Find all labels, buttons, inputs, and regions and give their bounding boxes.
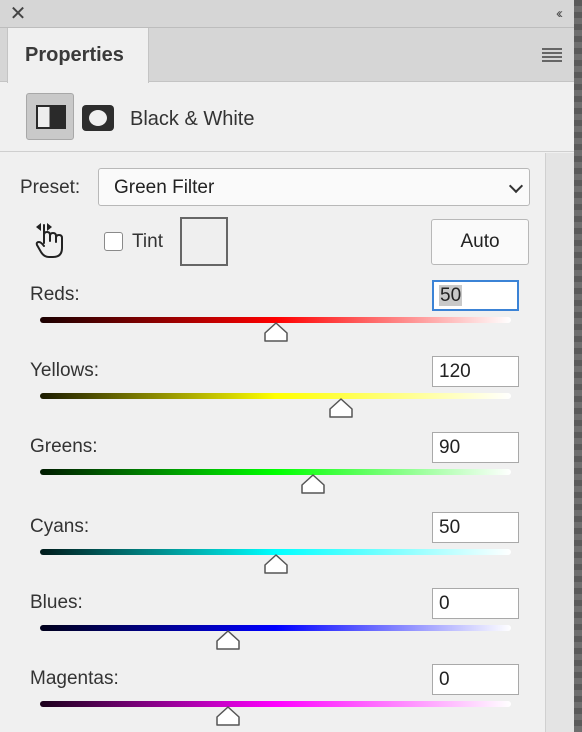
magentas-slider-track[interactable] <box>40 701 511 707</box>
auto-button[interactable]: Auto <box>431 219 529 265</box>
preset-dropdown[interactable]: Green Filter <box>98 168 530 206</box>
yellows-slider-thumb[interactable] <box>328 398 354 418</box>
cyans-value-field[interactable]: 50 <box>432 512 519 543</box>
yellows-value-field[interactable]: 120 <box>432 356 519 387</box>
layer-mask-icon[interactable] <box>82 105 114 131</box>
magentas-value-field[interactable]: 0 <box>432 664 519 695</box>
reds-label: Reds: <box>30 284 80 305</box>
tab-label: Properties <box>25 44 124 66</box>
blues-value-field[interactable]: 0 <box>432 588 519 619</box>
panel-menu-icon[interactable] <box>542 48 562 62</box>
yellows-slider-track[interactable] <box>40 393 511 399</box>
blues-label: Blues: <box>30 592 83 613</box>
greens-value-field[interactable]: 90 <box>432 432 519 463</box>
tint-label: Tint <box>132 231 163 252</box>
tab-properties[interactable]: Properties <box>7 28 149 83</box>
blues-slider-thumb[interactable] <box>215 630 241 650</box>
magentas-slider-thumb[interactable] <box>215 706 241 726</box>
greens-label: Greens: <box>30 436 98 457</box>
cyans-value: 50 <box>439 517 461 538</box>
magentas-label: Magentas: <box>30 668 119 689</box>
collapse-panel-icon[interactable]: ‹‹ <box>556 5 563 22</box>
adjustment-header: Black & White <box>0 82 574 152</box>
preset-value: Green Filter <box>114 177 215 198</box>
adjustment-controls: Preset: Green Filter Tint Auto Reds: 50 Ye… <box>6 153 544 732</box>
black-white-adjustment-icon <box>36 105 66 129</box>
adjustment-title: Black & White <box>130 108 255 130</box>
tab-bar: Properties <box>0 28 574 83</box>
cyans-slider-thumb[interactable] <box>263 554 289 574</box>
targeted-adjustment-hand-icon[interactable] <box>32 221 68 261</box>
close-icon[interactable]: ✕ <box>8 4 28 24</box>
cyans-label: Cyans: <box>30 516 90 537</box>
magentas-value: 0 <box>439 669 450 690</box>
yellows-value: 120 <box>439 361 471 382</box>
greens-value: 90 <box>439 437 461 458</box>
reds-slider-thumb[interactable] <box>263 322 289 342</box>
chevron-down-icon <box>508 178 524 194</box>
properties-panel: ✕ ‹‹ Properties Black & White Preset: Gr… <box>0 0 574 732</box>
greens-slider-track[interactable] <box>40 469 511 475</box>
blues-slider-track[interactable] <box>40 625 511 631</box>
scrollbar[interactable] <box>545 153 574 732</box>
yellows-label: Yellows: <box>30 360 100 381</box>
greens-slider-thumb[interactable] <box>300 474 326 494</box>
tint-checkbox[interactable] <box>104 232 123 251</box>
tint-color-swatch[interactable] <box>180 217 228 266</box>
reds-value-field[interactable]: 50 <box>432 280 519 311</box>
adjustment-layer-button[interactable] <box>26 93 74 140</box>
preset-label: Preset: <box>20 177 81 198</box>
reds-value: 50 <box>439 285 463 306</box>
panel-titlebar: ✕ ‹‹ <box>0 0 574 28</box>
blues-value: 0 <box>439 593 450 614</box>
panel-edge <box>574 0 582 732</box>
